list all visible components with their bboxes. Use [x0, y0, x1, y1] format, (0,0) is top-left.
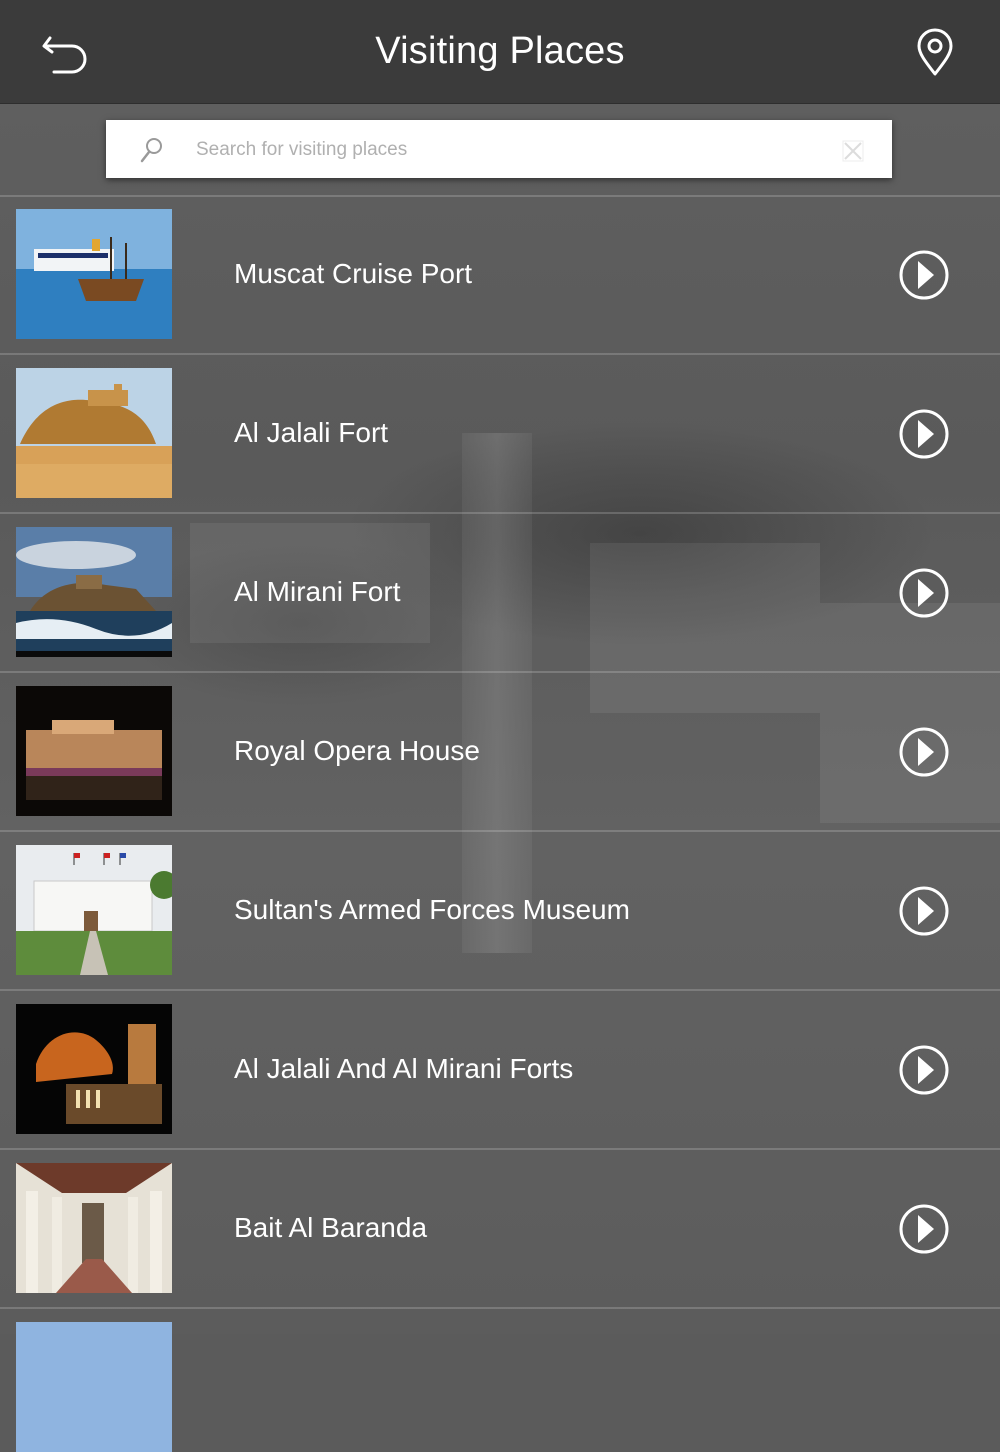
- page-title: Visiting Places: [375, 30, 625, 72]
- top-nav-bar: Visiting Places: [0, 0, 1000, 104]
- place-thumbnail: [16, 845, 172, 975]
- map-pin-icon: [917, 28, 953, 76]
- place-thumbnail: [16, 209, 172, 339]
- chevron-right-circle-icon[interactable]: [898, 249, 950, 301]
- place-name: Al Mirani Fort: [234, 576, 401, 607]
- place-thumbnail: [16, 1322, 172, 1452]
- location-button[interactable]: [910, 28, 960, 78]
- place-thumbnail: [16, 368, 172, 498]
- place-thumbnail: [16, 527, 172, 657]
- chevron-right-circle-icon[interactable]: [898, 885, 950, 937]
- place-name: Muscat Cruise Port: [234, 258, 473, 289]
- list-item[interactable]: [0, 1309, 1000, 1452]
- clear-search-icon[interactable]: [842, 140, 864, 162]
- search-icon: [140, 138, 162, 163]
- chevron-right-circle-icon[interactable]: [898, 408, 950, 460]
- place-name: Royal Opera House: [234, 735, 480, 766]
- list-item[interactable]: Royal Opera House: [0, 673, 1000, 832]
- list-item[interactable]: Al Jalali And Al Mirani Forts: [0, 991, 1000, 1150]
- list-item[interactable]: Al Mirani Fort: [0, 514, 1000, 673]
- place-name: Sultan's Armed Forces Museum: [234, 894, 630, 925]
- list-item[interactable]: Bait Al Baranda: [0, 1150, 1000, 1309]
- list-item[interactable]: Muscat Cruise Port: [0, 196, 1000, 355]
- place-thumbnail: [16, 686, 172, 816]
- place-name: Al Jalali And Al Mirani Forts: [234, 1053, 574, 1084]
- chevron-right-circle-icon[interactable]: [898, 726, 950, 778]
- place-thumbnail: [16, 1004, 172, 1134]
- places-list: Muscat Cruise Port Al Jalali Fort Al Mir…: [0, 196, 1000, 1452]
- search-bar-container: [0, 103, 1000, 197]
- chevron-right-circle-icon[interactable]: [898, 567, 950, 619]
- list-item[interactable]: Sultan's Armed Forces Museum: [0, 832, 1000, 991]
- list-item[interactable]: Al Jalali Fort: [0, 355, 1000, 514]
- chevron-right-circle-icon[interactable]: [898, 1044, 950, 1096]
- place-thumbnail: [16, 1163, 172, 1293]
- chevron-right-circle-icon[interactable]: [898, 1203, 950, 1255]
- place-name: Al Jalali Fort: [234, 417, 389, 448]
- place-name: Bait Al Baranda: [234, 1212, 428, 1243]
- search-input[interactable]: [194, 132, 818, 168]
- search-box: [106, 120, 892, 178]
